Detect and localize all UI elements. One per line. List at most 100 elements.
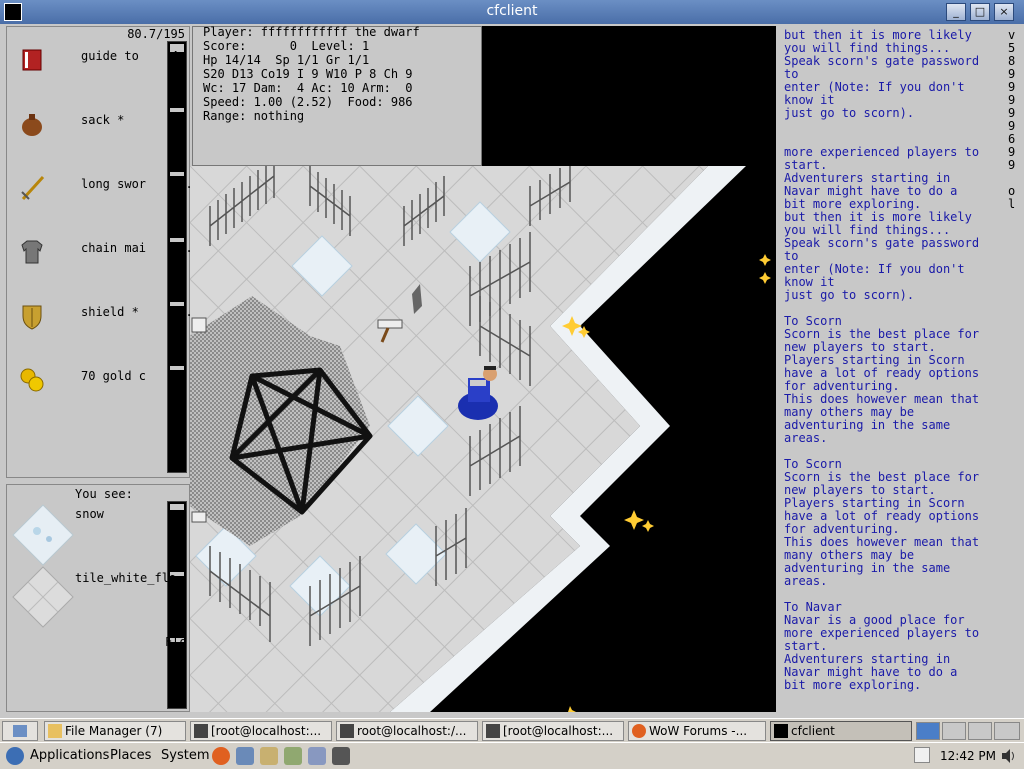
terminal-launcher-icon[interactable] bbox=[332, 747, 350, 765]
book-icon bbox=[22, 49, 42, 71]
message-side-char: l bbox=[1008, 197, 1016, 211]
task-cfclient[interactable]: cfclient bbox=[770, 721, 912, 741]
task-label: cfclient bbox=[791, 724, 835, 738]
inventory-panel: 80.7/195 guide to 4. sack * 0. long swor… bbox=[6, 26, 193, 478]
task-label: WoW Forums -... bbox=[649, 724, 748, 738]
message-line: many others may be bbox=[784, 405, 915, 419]
message-side-char: 9 bbox=[1008, 119, 1016, 133]
stats-player: Player: ffffffffffff the dwarf bbox=[203, 25, 420, 39]
message-line: To Scorn bbox=[784, 314, 842, 328]
message-panel[interactable]: but then it is more likely you will find … bbox=[776, 26, 1024, 712]
message-line: Players starting in Scorn bbox=[784, 496, 965, 510]
message-line: areas. bbox=[784, 574, 828, 588]
minimize-button[interactable]: _ bbox=[946, 3, 966, 21]
show-desktop-button[interactable] bbox=[2, 721, 38, 741]
task-label: [root@localhost:... bbox=[503, 724, 614, 738]
look-side-label: Flo bbox=[165, 635, 187, 649]
volume-icon[interactable] bbox=[1000, 748, 1018, 764]
item-name: sack * bbox=[81, 113, 125, 127]
message-line: Navar might have to do a bbox=[784, 665, 958, 679]
stats-hp: Hp 14/14 Sp 1/1 Gr 1/1 bbox=[203, 53, 370, 67]
cfclient-icon bbox=[774, 724, 788, 738]
message-side-char: 9 bbox=[1008, 80, 1016, 94]
desktop-icon bbox=[13, 725, 27, 737]
snow-tile-icon bbox=[12, 504, 74, 566]
task-file-manager[interactable]: File Manager (7) bbox=[44, 721, 186, 741]
title-bar[interactable]: cfclient _ □ × bbox=[0, 0, 1024, 24]
stats-attributes: S20 D13 Co19 I 9 W10 P 8 Ch 9 bbox=[203, 67, 413, 81]
message-line: enter (Note: If you don't bbox=[784, 80, 965, 94]
taskbar: File Manager (7) [root@localhost:... roo… bbox=[0, 718, 1024, 743]
maximize-button[interactable]: □ bbox=[970, 3, 990, 21]
task-terminal-3[interactable]: [root@localhost:... bbox=[482, 721, 624, 741]
item-weight: 0. bbox=[171, 113, 186, 127]
message-line: This does however mean that bbox=[784, 392, 980, 406]
chainmail-icon bbox=[21, 240, 43, 264]
stats-panel: Player: ffffffffffff the dwarf Score: 0 … bbox=[192, 25, 482, 166]
workspace-1[interactable] bbox=[916, 722, 940, 740]
fedora-logo-icon bbox=[6, 747, 24, 765]
close-button[interactable]: × bbox=[994, 3, 1014, 21]
message-line: adventuring in the same bbox=[784, 561, 951, 575]
menu-applications[interactable]: Applications bbox=[30, 748, 109, 763]
inventory-item[interactable]: sack * 0. bbox=[13, 105, 189, 145]
inventory-item[interactable]: long swor 14. bbox=[13, 169, 193, 209]
clock[interactable]: 12:42 PM bbox=[940, 749, 996, 763]
task-firefox[interactable]: WoW Forums -... bbox=[628, 721, 766, 741]
message-line: bit more exploring. bbox=[784, 197, 922, 211]
message-line: new players to start. bbox=[784, 483, 936, 497]
message-line: know it bbox=[784, 93, 835, 107]
message-side-char: 9 bbox=[1008, 67, 1016, 81]
message-line: just go to scorn). bbox=[784, 288, 915, 302]
item-name: 70 gold c bbox=[81, 369, 147, 383]
document-launcher-icon[interactable] bbox=[260, 747, 278, 765]
message-line: This does however mean that bbox=[784, 535, 980, 549]
task-terminal-1[interactable]: [root@localhost:... bbox=[190, 721, 332, 741]
message-line: To Navar bbox=[784, 600, 842, 614]
notification-icon[interactable] bbox=[914, 747, 930, 763]
item-weight: 4. bbox=[171, 49, 186, 63]
game-map[interactable] bbox=[190, 166, 776, 712]
message-line: to bbox=[784, 67, 799, 81]
message-line: Adventurers starting in bbox=[784, 652, 951, 666]
gnome-panel: Applications Places System 12:42 PM bbox=[0, 742, 1024, 769]
presentation-launcher-icon[interactable] bbox=[308, 747, 326, 765]
firefox-launcher-icon[interactable] bbox=[212, 747, 230, 765]
message-side-char: 9 bbox=[1008, 145, 1016, 159]
message-line: Scorn is the best place for bbox=[784, 327, 980, 341]
inventory-item[interactable]: chain mai 60. bbox=[13, 233, 193, 273]
workspace-3[interactable] bbox=[968, 722, 992, 740]
message-line: Scorn is the best place for bbox=[784, 470, 980, 484]
message-line: you will find things... bbox=[784, 41, 951, 55]
mail-launcher-icon[interactable] bbox=[236, 747, 254, 765]
inventory-weight: 80.7/195 bbox=[127, 27, 185, 41]
look-scrollbar[interactable] bbox=[167, 501, 187, 709]
message-side-char: 9 bbox=[1008, 106, 1016, 120]
cfclient-window: cfclient _ □ × 80.7/195 guide to 4. sack… bbox=[0, 0, 1024, 718]
shield-icon bbox=[22, 305, 42, 330]
task-label: [root@localhost:... bbox=[211, 724, 322, 738]
message-line: more experienced players to bbox=[784, 145, 980, 159]
workspace-4[interactable] bbox=[994, 722, 1020, 740]
inventory-item[interactable]: shield * 15. bbox=[13, 297, 193, 337]
menu-places[interactable]: Places bbox=[110, 748, 151, 763]
stats-combat: Wc: 17 Dam: 4 Ac: 10 Arm: 0 bbox=[203, 81, 413, 95]
message-side-char: 5 bbox=[1008, 41, 1016, 55]
workspace-2[interactable] bbox=[942, 722, 966, 740]
look-panel: You see: snow tile_white_flo Flo bbox=[6, 484, 190, 712]
spreadsheet-launcher-icon[interactable] bbox=[284, 747, 302, 765]
floor-item[interactable] bbox=[377, 319, 403, 329]
message-line: adventuring in the same bbox=[784, 418, 951, 432]
task-terminal-2[interactable]: root@localhost:/... bbox=[336, 721, 478, 741]
look-item-name: snow bbox=[75, 507, 104, 521]
message-line: but then it is more likely bbox=[784, 28, 972, 42]
message-side-char: v bbox=[1008, 28, 1016, 42]
inventory-item[interactable]: 70 gold c 0. bbox=[13, 361, 189, 401]
inventory-item[interactable]: guide to 4. bbox=[13, 41, 189, 81]
message-line: many others may be bbox=[784, 548, 915, 562]
item-name: chain mai bbox=[81, 241, 147, 255]
gold-coins-icon bbox=[20, 368, 44, 392]
folder-icon bbox=[48, 724, 62, 738]
message-line: Players starting in Scorn bbox=[784, 353, 965, 367]
menu-system[interactable]: System bbox=[161, 748, 209, 763]
